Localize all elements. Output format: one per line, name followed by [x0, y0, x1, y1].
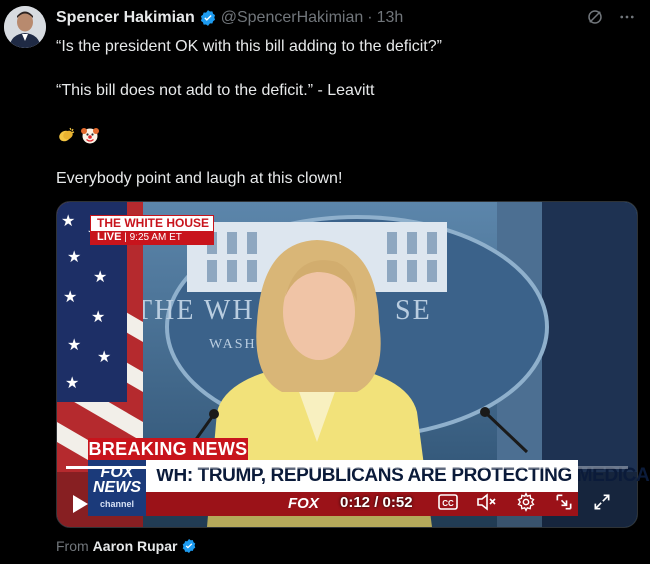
more-options-icon[interactable] [618, 8, 636, 26]
svg-text:THE WH: THE WH [135, 295, 255, 326]
svg-text:★: ★ [67, 337, 81, 354]
strip-text: FOX [288, 495, 319, 512]
tweet-line-comment: Everybody point and laugh at this clown! [56, 170, 343, 187]
bug-time: 9:25 AM ET [129, 232, 182, 243]
tweet-line-question: “Is the president OK with this bill addi… [56, 38, 442, 55]
video-attribution: From Aaron Rupar [56, 538, 197, 554]
timestamp[interactable]: 13h [377, 8, 404, 28]
play-icon[interactable] [70, 493, 90, 515]
chyron-headline: WH: TRUMP, REPUBLICANS ARE PROTECTING ME… [88, 460, 650, 492]
svg-text:★: ★ [65, 375, 79, 392]
backdrop-text-small: WASH [209, 337, 257, 352]
tweet-line-answer: “This bill does not add to the deficit.”… [56, 82, 375, 99]
svg-text:★: ★ [61, 213, 75, 230]
svg-text:★: ★ [63, 289, 77, 306]
tweet-actions-top [586, 8, 636, 26]
svg-text:SE: SE [395, 295, 432, 326]
video-controls: CC [438, 492, 612, 512]
backdrop-text-left: THE WH [135, 295, 255, 326]
separator-dot: · [367, 9, 373, 26]
verified-badge-icon [200, 10, 215, 26]
attribution-prefix: From [56, 538, 89, 554]
tweet-text: “Is the president OK with this bill addi… [56, 36, 626, 190]
captions-label: CC [442, 499, 454, 508]
video-progress-bar[interactable] [66, 466, 628, 469]
breaking-news-label: BREAKING NEWS [88, 438, 248, 460]
svg-text:★: ★ [97, 349, 111, 366]
video-timecode: 0:12 / 0:52 [340, 494, 413, 511]
fox-logo-mid: NEWS [93, 478, 141, 496]
backdrop-text-right: SE [395, 295, 432, 326]
verified-badge-icon [183, 539, 196, 553]
svg-text:★: ★ [91, 309, 105, 326]
clapping-hands-icon [59, 127, 75, 142]
video-progress-fill [66, 466, 196, 469]
picture-in-picture-icon[interactable] [554, 492, 574, 512]
avatar[interactable] [4, 6, 46, 48]
grok-icon[interactable] [586, 8, 604, 26]
live-label: LIVE [97, 231, 122, 243]
clown-face-icon [81, 128, 99, 144]
fullscreen-icon[interactable] [592, 492, 612, 512]
avatar-image [4, 6, 46, 48]
svg-text:WASH: WASH [209, 337, 257, 352]
svg-text:★: ★ [93, 269, 107, 286]
bug-title: THE WHITE HOUSE [97, 216, 210, 230]
emoji-row [56, 124, 626, 146]
tweet-header: Spencer Hakimian @SpencerHakimian · 13h [56, 8, 403, 28]
attribution-source[interactable]: Aaron Rupar [93, 538, 178, 554]
author-handle[interactable]: @SpencerHakimian [221, 8, 364, 28]
svg-text:★: ★ [67, 249, 81, 266]
muted-volume-icon[interactable] [476, 492, 498, 512]
white-house-bug: THE WHITE HOUSE LIVE | 9:25 AM ET [90, 215, 214, 245]
fox-logo-sub: channel [99, 498, 134, 509]
author-name[interactable]: Spencer Hakimian [56, 8, 195, 28]
captions-icon[interactable]: CC [438, 493, 458, 511]
settings-gear-icon[interactable] [516, 492, 536, 512]
